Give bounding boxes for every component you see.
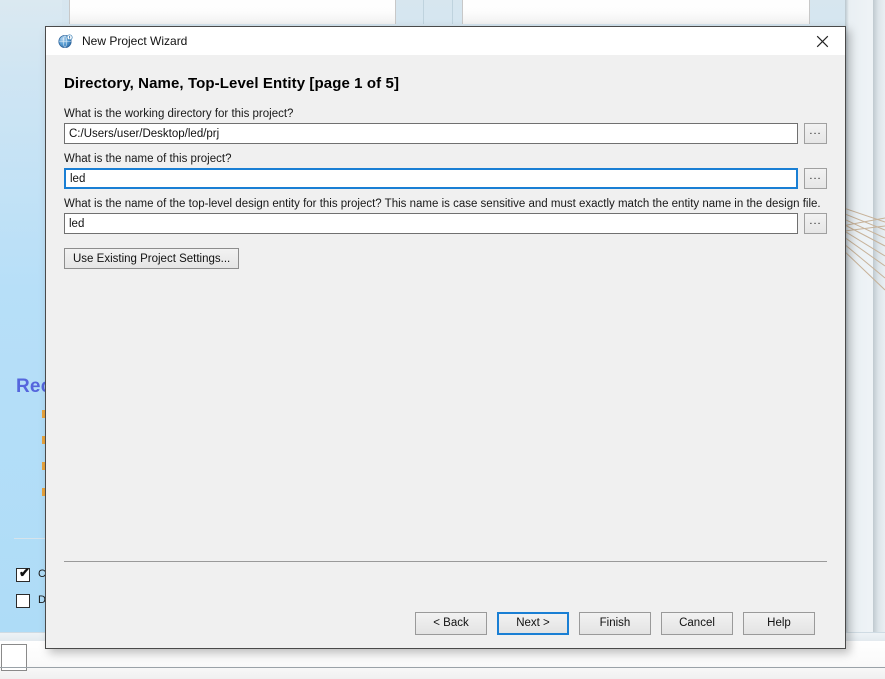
background-divider-1 <box>423 0 424 24</box>
working-directory-browse-button[interactable]: ... <box>804 123 827 144</box>
next-button[interactable]: Next > <box>497 611 569 635</box>
footer-separator <box>64 561 827 562</box>
page-title: Directory, Name, Top-Level Entity [page … <box>64 75 400 92</box>
project-name-row: ... <box>64 168 827 189</box>
globe-icon <box>57 33 74 50</box>
background-bottom-rule <box>0 667 885 668</box>
use-existing-project-settings-button[interactable]: Use Existing Project Settings... <box>64 248 240 269</box>
project-name-input[interactable] <box>64 168 798 189</box>
background-card-left <box>69 0 396 24</box>
working-directory-label: What is the working directory for this p… <box>64 108 294 120</box>
new-project-wizard-dialog: New Project Wizard Directory, Name, Top-… <box>45 26 846 649</box>
background-card-right <box>462 0 810 24</box>
background-divider-2 <box>452 0 453 24</box>
top-level-entity-input[interactable] <box>64 213 798 234</box>
top-level-entity-browse-button[interactable]: ... <box>804 213 827 234</box>
working-directory-input[interactable] <box>64 123 798 144</box>
dialog-titlebar[interactable]: New Project Wizard <box>46 27 845 55</box>
finish-button[interactable]: Finish <box>579 611 651 635</box>
background-checkbox-unchecked[interactable] <box>16 594 30 608</box>
close-icon[interactable] <box>800 27 845 55</box>
back-button[interactable]: < Back <box>415 611 487 635</box>
project-name-browse-button[interactable]: ... <box>804 168 827 189</box>
top-level-entity-label: What is the name of the top-level design… <box>64 198 821 210</box>
checkmark-icon: ✔ <box>19 565 30 580</box>
dialog-title: New Project Wizard <box>82 34 188 48</box>
cancel-button[interactable]: Cancel <box>661 611 733 635</box>
dialog-footer: < Back Next > Finish Cancel Help <box>46 604 845 648</box>
dialog-body: Directory, Name, Top-Level Entity [page … <box>46 55 845 604</box>
working-directory-row: ... <box>64 123 827 144</box>
project-name-label: What is the name of this project? <box>64 153 232 165</box>
help-button[interactable]: Help <box>743 611 815 635</box>
background-checkbox-checked[interactable]: ✔ <box>16 565 30 582</box>
top-level-entity-row: ... <box>64 213 827 234</box>
